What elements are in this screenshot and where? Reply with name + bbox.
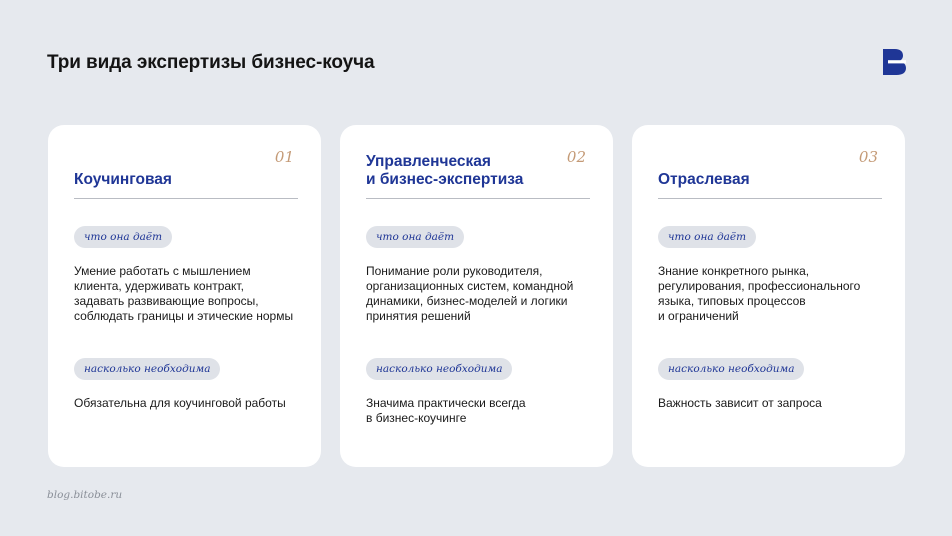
- divider: [366, 198, 590, 199]
- label-what-it-gives: что она даёт: [658, 226, 757, 248]
- card-coaching: 01 Коучинговая что она даёт Умение работ…: [48, 125, 321, 467]
- how-necessary-text: Важность зависит от запроса: [658, 396, 822, 410]
- what-it-gives-text: Умение работать с мышлением клиента, уде…: [74, 264, 294, 323]
- divider: [74, 198, 298, 199]
- brand-logo: [883, 49, 906, 75]
- what-it-gives-text: Знание конкретного рынка, регулирования,…: [658, 264, 861, 323]
- card-industry: 03 Отраслевая что она даёт Знание конкре…: [632, 125, 905, 467]
- label-how-necessary: насколько необходима: [74, 358, 221, 380]
- label-how-necessary: насколько необходима: [658, 358, 805, 380]
- card-number: 02: [566, 148, 586, 166]
- card-title: Коучинговая: [74, 171, 172, 188]
- what-it-gives-text: Понимание роли руководителя, организацио…: [366, 264, 574, 323]
- label-what-it-gives: что она даёт: [74, 226, 173, 248]
- how-necessary-text: Значима практически всегда в бизнес-коуч…: [366, 396, 526, 425]
- page-title: Три вида экспертизы бизнес-коуча: [47, 52, 375, 73]
- card-number: 01: [274, 148, 294, 166]
- card-management: 02 Управленческая и бизнес-экспертиза чт…: [340, 125, 613, 467]
- card-title: Отраслевая: [658, 171, 750, 188]
- label-what-it-gives: что она даёт: [366, 226, 465, 248]
- footer-source: blog.bitobe.ru: [47, 489, 123, 501]
- label-how-necessary: насколько необходима: [366, 358, 513, 380]
- divider: [658, 198, 882, 199]
- card-title: Управленческая и бизнес-экспертиза: [366, 153, 524, 188]
- how-necessary-text: Обязательна для коучинговой работы: [74, 396, 286, 410]
- card-number: 03: [858, 148, 878, 166]
